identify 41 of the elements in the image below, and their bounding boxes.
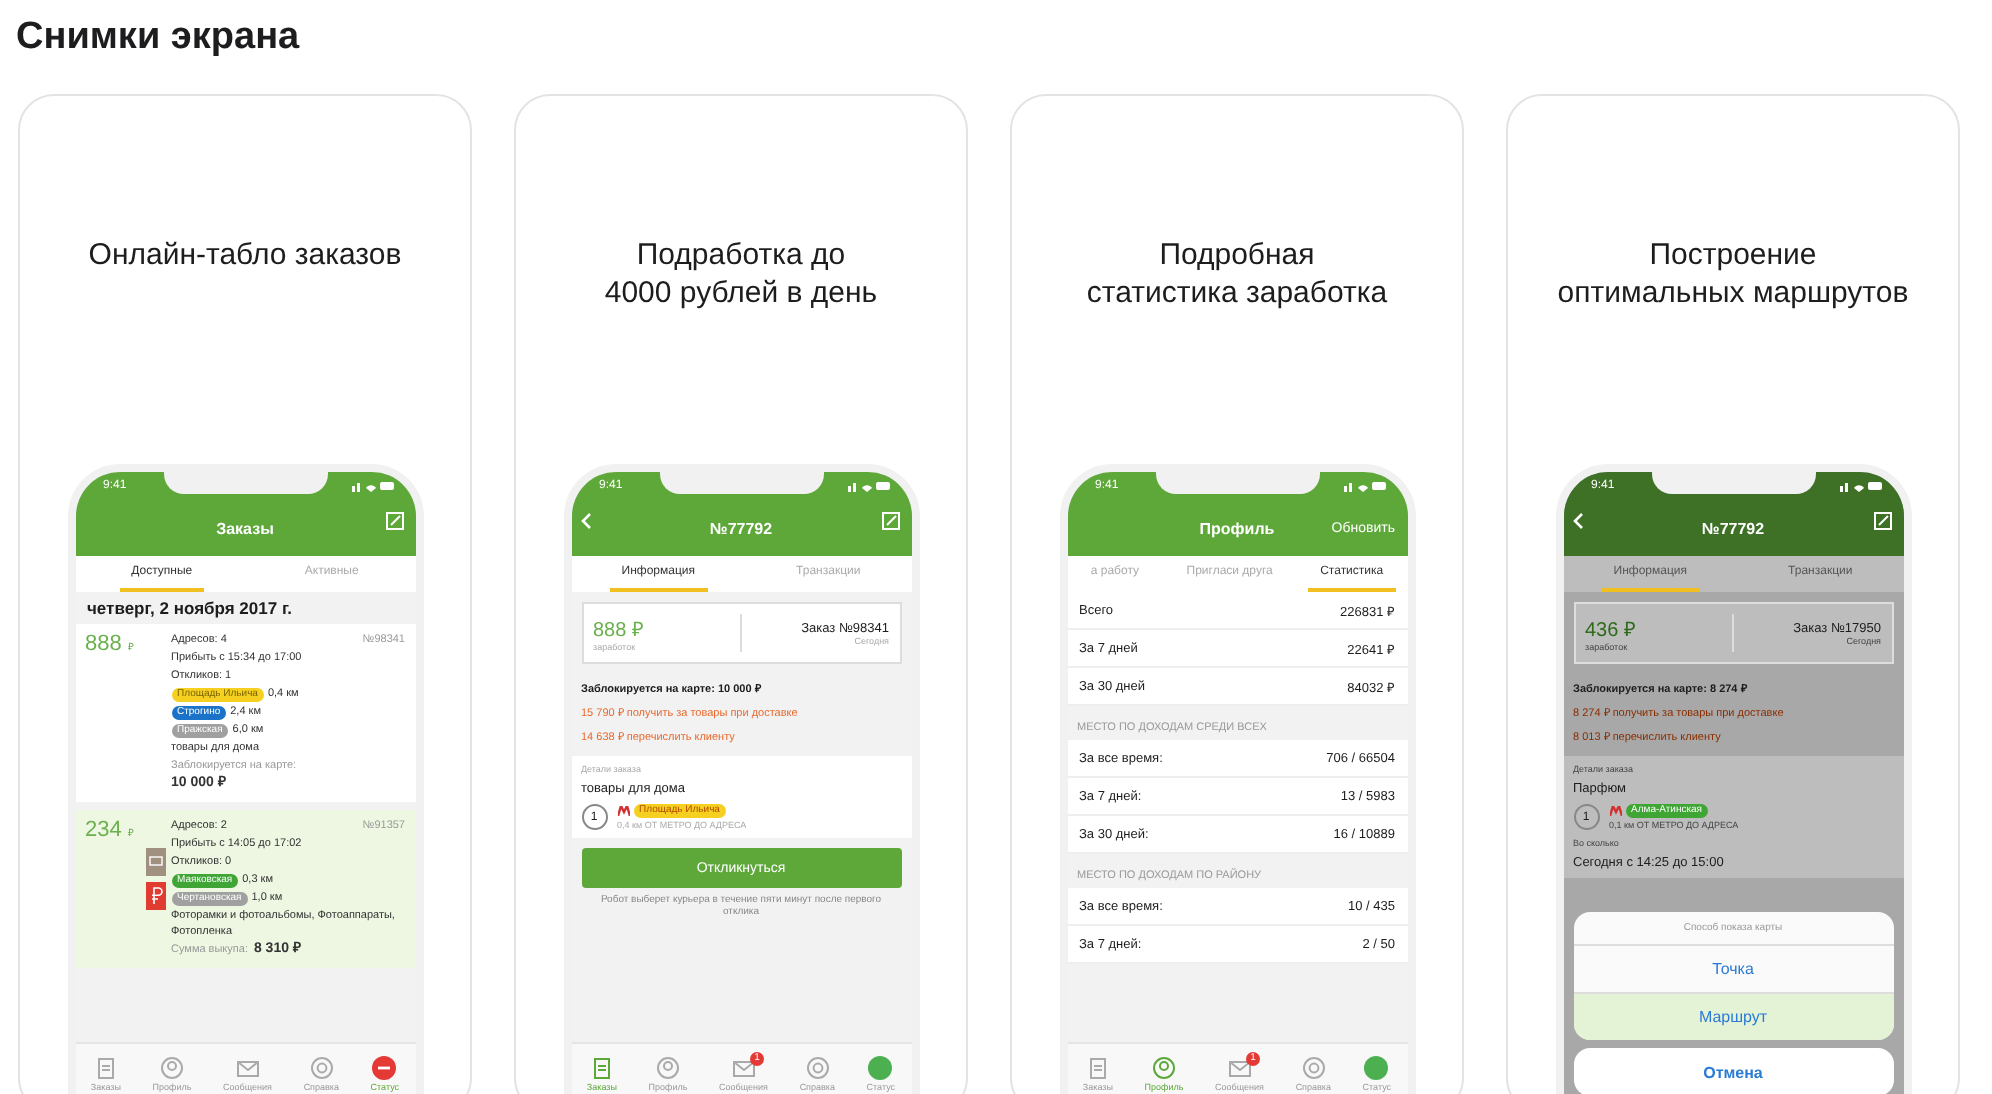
status-icons: [1839, 480, 1883, 492]
metro-icon: [1609, 806, 1621, 816]
screenshot-card[interactable]: [1010, 94, 1464, 1094]
cancel-button[interactable]: Отмена: [1573, 1048, 1893, 1094]
envelope-icon: [1227, 1056, 1252, 1080]
date-heading: четверг, 2 ноября 2017 г.: [85, 596, 294, 622]
screen-title: Заказы: [216, 519, 274, 537]
back-icon[interactable]: [1571, 512, 1583, 530]
screenshot-card[interactable]: [1506, 94, 1960, 1094]
status-icons: [847, 480, 891, 492]
clipboard-icon: [589, 1056, 614, 1080]
screenshot-card[interactable]: [18, 94, 472, 1094]
lifebuoy-icon: [1301, 1056, 1326, 1080]
profile-icon: [160, 1056, 184, 1080]
profile-icon: [1152, 1056, 1176, 1080]
lifebuoy-icon: [309, 1056, 334, 1080]
screenshot-caption: Построение оптимальных маршрутов: [1555, 236, 1911, 314]
envelope-icon: [731, 1056, 756, 1080]
clipboard-icon: [1085, 1056, 1110, 1080]
edit-icon[interactable]: [385, 512, 403, 530]
earning-amount: 888 ₽: [593, 618, 646, 642]
clipboard-icon: [93, 1056, 118, 1080]
earning-amount: 436 ₽: [1585, 618, 1638, 642]
screen-title: №77792: [1701, 519, 1765, 537]
screen-title: №77792: [709, 519, 773, 537]
screenshot-card[interactable]: [514, 94, 968, 1094]
status-icons: [1343, 480, 1387, 492]
screenshot-caption: Онлайн-табло заказов: [86, 236, 404, 276]
page-title: Снимки экрана: [16, 16, 300, 62]
edit-icon[interactable]: [1873, 512, 1891, 530]
screen-title: Профиль: [1199, 519, 1275, 537]
profile-icon: [656, 1056, 680, 1080]
back-icon[interactable]: [579, 512, 591, 530]
edit-icon[interactable]: [881, 512, 899, 530]
status-icons: [351, 480, 395, 492]
metro-icon: [617, 806, 629, 816]
envelope-icon: [235, 1056, 260, 1080]
sheet-option[interactable]: Маршрут: [1573, 992, 1893, 1040]
screenshot-caption: Подробная статистика заработка: [1084, 236, 1390, 314]
lifebuoy-icon: [805, 1056, 830, 1080]
screenshot-caption: Подработка до 4000 рублей в день: [602, 236, 880, 314]
